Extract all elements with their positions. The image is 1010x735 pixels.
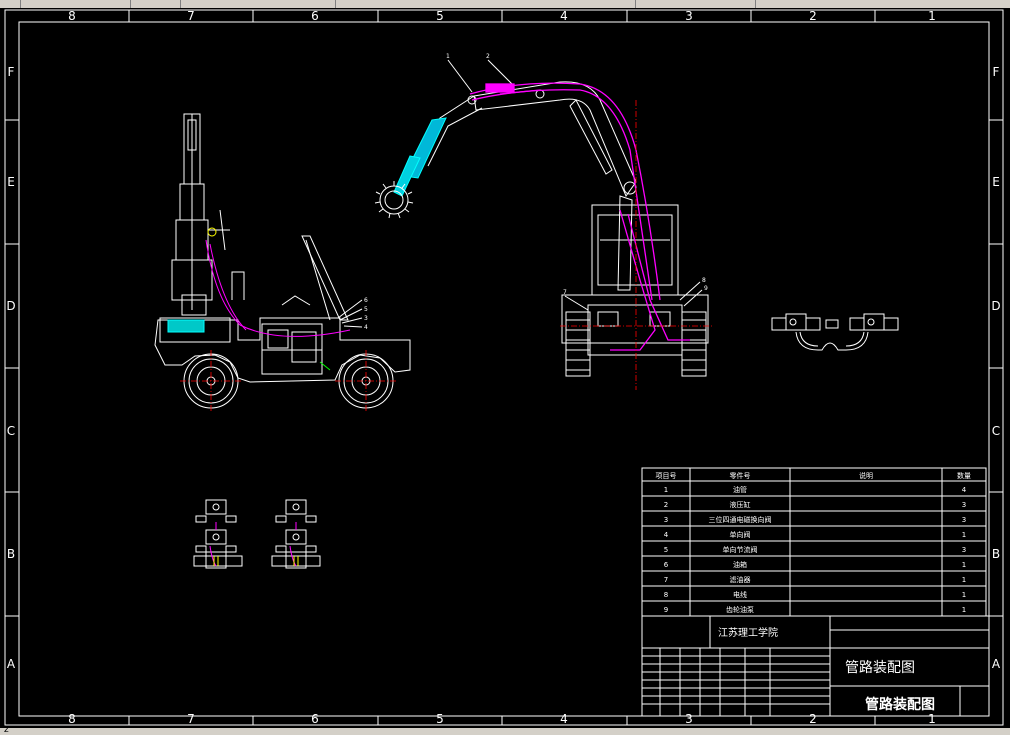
balloon-label: 3 [364,315,368,322]
table-cell-no: 6 [664,561,669,569]
table-cell-part: 滤油器 [730,575,751,584]
table-header-no: 项目号 [656,472,677,480]
side-view-vehicle [154,113,411,409]
table-header-qty: 数量 [957,471,971,480]
parts-table: 项目号 零件号 说明 数量 1 油管 4 2 液压缸 3 3 三位四通电磁换向阀… [656,471,972,614]
table-cell-part: 单向节流阀 [723,545,758,554]
drawing-title: 管路装配图 [845,660,915,676]
drawing-name: 管路装配图 [865,696,935,713]
col-label: 6 [311,9,319,23]
table-cell-no: 4 [664,531,669,539]
row-label: A [992,657,1001,671]
balloon-label: 5 [364,306,368,313]
cad-drawing-canvas[interactable]: 8 7 6 5 4 3 2 1 8 7 6 5 4 3 2 1 F E D C … [0,0,1010,735]
balloon-label: 6 [364,297,368,304]
table-cell-no: 5 [664,546,668,554]
col-label: 3 [685,712,693,726]
col-label: 7 [187,9,195,23]
table-cell-part: 电线 [733,590,747,599]
col-label: 5 [436,9,444,23]
row-label: E [7,175,15,189]
balloon-label: 2 [486,53,490,60]
table-cell-qty: 3 [962,501,966,509]
title-block: 江苏理工学院 管路装配图 管路装配图 [718,626,935,713]
parts-table-grid [641,467,987,617]
col-label: 2 [809,9,817,23]
table-cell-qty: 4 [962,486,967,494]
table-cell-no: 8 [664,591,668,599]
balloon-label: 4 [364,324,368,331]
front-view-hydraulic-lines [469,82,690,351]
row-label: D [991,299,1000,313]
col-label: 6 [311,712,319,726]
balloon-label: 8 [702,277,706,284]
table-cell-no: 7 [664,576,668,584]
front-view-centerlines [560,100,712,390]
col-label: 3 [685,9,693,23]
front-view-vehicle [374,59,709,377]
col-label: 8 [68,9,76,23]
row-label: D [6,299,15,313]
table-cell-part: 单向阀 [730,530,751,539]
table-header-desc: 说明 [859,471,873,480]
row-label: C [992,424,1000,438]
small-valve-sketches [193,499,321,569]
table-cell-no: 9 [664,606,668,614]
row-labels: F E D C B A F E D C B A [6,65,1001,671]
row-label: E [992,175,1000,189]
col-label: 1 [928,712,936,726]
table-cell-qty: 1 [962,576,966,584]
table-cell-qty: 1 [962,606,966,614]
table-cell-part: 齿轮油泵 [726,605,754,614]
table-cell-qty: 1 [962,591,966,599]
row-label: F [993,65,1000,79]
table-cell-part: 油箱 [733,560,747,569]
table-cell-no: 3 [664,516,668,524]
row-label: B [7,547,15,561]
table-cell-qty: 3 [962,546,966,554]
row-label: A [7,657,16,671]
side-balloons: 6 5 3 4 [364,297,368,331]
table-cell-no: 2 [664,501,668,509]
col-label: 1 [928,9,936,23]
drawing-frame [4,9,1004,726]
school-name: 江苏理工学院 [718,626,778,639]
table-cell-part: 油管 [733,485,747,494]
col-label: 4 [560,9,568,23]
row-label: B [992,547,1000,561]
col-label: 7 [187,712,195,726]
col-label: 2 [809,712,817,726]
table-cell-part: 三位四通电磁换向阀 [709,515,772,524]
table-cell-no: 1 [664,486,668,494]
table-cell-part: 液压缸 [730,500,751,509]
row-label: F [8,65,15,79]
table-cell-qty: 3 [962,516,966,524]
valve-assembly-detail [771,313,899,351]
balloon-label: 1 [446,53,450,60]
row-label: C [7,424,15,438]
table-header-part: 零件号 [730,471,751,480]
status-bar: z [0,725,1010,735]
col-label: 8 [68,712,76,726]
table-cell-qty: 1 [962,531,966,539]
col-label: 4 [560,712,568,726]
column-labels: 8 7 6 5 4 3 2 1 8 7 6 5 4 3 2 1 [68,9,936,726]
col-label: 5 [436,712,444,726]
balloon-label: 9 [704,285,708,292]
title-block-grid [641,615,990,717]
balloon-label: 7 [563,289,567,296]
status-left-char: z [4,725,9,735]
table-cell-qty: 1 [962,561,966,569]
